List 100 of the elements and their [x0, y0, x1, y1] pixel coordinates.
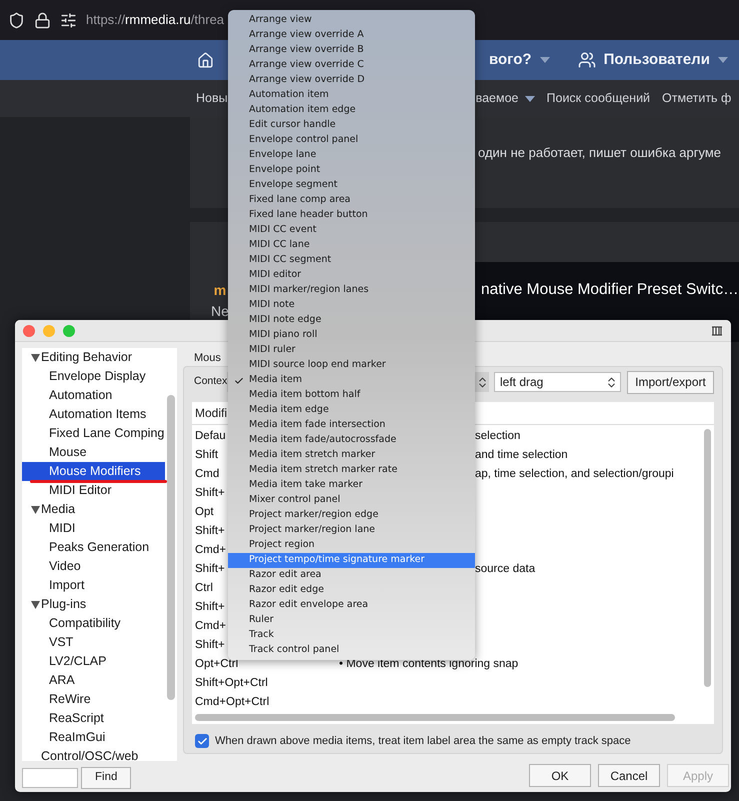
sub-nav-link[interactable]: Поиск сообщений — [546, 89, 650, 108]
tree-item[interactable]: ReWire — [22, 690, 165, 709]
modifier-cell[interactable]: Cmd+Opt+Ctrl — [192, 694, 337, 712]
tree-item[interactable]: Mouse Modifiers — [22, 462, 165, 481]
menu-item[interactable]: Automation item — [228, 88, 475, 103]
lock-icon[interactable] — [34, 12, 51, 28]
modifier-cell[interactable]: Opt+Ctrl — [192, 656, 337, 674]
tree-item[interactable]: Automation — [22, 386, 165, 405]
tree-item[interactable]: ReaImGui — [22, 728, 165, 747]
menu-item[interactable]: MIDI note edge — [228, 313, 475, 328]
menu-item[interactable]: Media item stretch marker — [228, 448, 475, 463]
menu-item[interactable]: MIDI source loop end marker — [228, 358, 475, 373]
horizontal-scrollbar-thumb[interactable] — [195, 714, 675, 721]
menu-item[interactable]: Automation item edge — [228, 103, 475, 118]
menu-item[interactable]: MIDI CC lane — [228, 238, 475, 253]
window-icon[interactable] — [711, 326, 723, 336]
menu-item[interactable]: MIDI marker/region lanes — [228, 283, 475, 298]
menu-item[interactable]: Razor edit area — [228, 568, 475, 583]
action-cell[interactable]: • Move item contents ignoring snap — [337, 656, 518, 674]
menu-item[interactable]: Razor edit edge — [228, 583, 475, 598]
menu-item[interactable]: Media item fade/autocrossfade — [228, 433, 475, 448]
menu-item[interactable]: Envelope point — [228, 163, 475, 178]
users-icon[interactable] — [578, 51, 596, 69]
menu-item[interactable]: Media item take marker — [228, 478, 475, 493]
menu-item[interactable]: Media item edge — [228, 403, 475, 418]
modifier-cell[interactable]: Shift+Opt+Ctrl — [192, 674, 337, 692]
menu-item[interactable]: Media item fade intersection — [228, 418, 475, 433]
tree-item[interactable]: LV2/CLAP — [22, 652, 165, 671]
tree-item[interactable]: MIDI Editor — [22, 481, 165, 500]
menu-item[interactable]: Track — [228, 628, 475, 643]
post-text: один не работает, пишет ошибка аргуме — [478, 145, 722, 160]
menu-item[interactable]: MIDI piano roll — [228, 328, 475, 343]
tree-item[interactable]: ARA — [22, 671, 165, 690]
caret-icon — [718, 57, 728, 63]
menu-item[interactable]: Project marker/region lane — [228, 523, 475, 538]
mouse-action-select[interactable]: left drag — [494, 372, 621, 392]
menu-item[interactable]: Mixer control panel — [228, 493, 475, 508]
menu-item[interactable]: MIDI note — [228, 298, 475, 313]
menu-item[interactable]: MIDI ruler — [228, 343, 475, 358]
sliders-icon[interactable] — [60, 12, 77, 28]
tree-item[interactable]: Video — [22, 557, 165, 576]
tree-item[interactable]: Peaks Generation — [22, 538, 165, 557]
nav-link[interactable]: Пользователи — [604, 48, 728, 72]
menu-item[interactable]: Ruler — [228, 613, 475, 628]
shield-icon[interactable] — [8, 12, 25, 28]
menu-item[interactable]: Track control panel — [228, 643, 475, 658]
menu-item[interactable]: Project tempo/time signature marker — [228, 553, 475, 568]
find-button[interactable]: Find — [81, 767, 132, 789]
menu-item[interactable]: Fixed lane header button — [228, 208, 475, 223]
sub-nav-link[interactable]: Новы — [196, 89, 228, 108]
tree-item[interactable]: Compatibility — [22, 614, 165, 633]
vertical-scrollbar-thumb[interactable] — [704, 429, 711, 687]
tree-item[interactable]: ReaScript — [22, 709, 165, 728]
dialog-button[interactable]: OK — [529, 764, 591, 787]
find-field[interactable] — [22, 768, 78, 788]
import-export-button[interactable]: Import/export — [627, 370, 714, 394]
sub-nav-link[interactable]: Отметить ф — [662, 89, 732, 108]
expanded-triangle-icon[interactable] — [31, 506, 40, 514]
expanded-triangle-icon[interactable] — [31, 354, 40, 362]
tree-item[interactable]: Plug-ins — [22, 595, 165, 614]
checkbox[interactable] — [195, 734, 209, 748]
author-title: Ne — [211, 302, 229, 321]
menu-item[interactable]: MIDI CC segment — [228, 253, 475, 268]
expanded-triangle-icon[interactable] — [31, 600, 40, 608]
tree-item[interactable]: Media — [22, 500, 165, 519]
menu-item[interactable]: Media item bottom half — [228, 388, 475, 403]
tree-item[interactable]: Import — [22, 576, 165, 595]
nav-link[interactable]: вого? — [489, 48, 550, 72]
menu-item[interactable]: Arrange view override A — [228, 28, 475, 43]
menu-item[interactable]: Envelope lane — [228, 148, 475, 163]
menu-item[interactable]: Media item stretch marker rate — [228, 463, 475, 478]
menu-item[interactable]: Project region — [228, 538, 475, 553]
home-icon[interactable] — [197, 52, 214, 68]
menu-item[interactable]: Arrange view override C — [228, 58, 475, 73]
menu-item[interactable]: Media item — [228, 373, 475, 388]
tree-item[interactable]: Mouse — [22, 443, 165, 462]
menu-item[interactable]: Project marker/region edge — [228, 508, 475, 523]
scrollbar-thumb[interactable] — [167, 395, 175, 700]
tree-item[interactable]: MIDI — [22, 519, 165, 538]
menu-item[interactable]: MIDI CC event — [228, 223, 475, 238]
tree-item[interactable]: Envelope Display — [22, 367, 165, 386]
author-name[interactable]: m — [214, 280, 226, 301]
url-text[interactable]: https://rmmedia.ru/threa — [86, 10, 224, 30]
menu-item[interactable]: MIDI editor — [228, 268, 475, 283]
menu-item[interactable]: Arrange view — [228, 13, 475, 28]
section-label: Mous — [194, 351, 221, 366]
tree-item[interactable]: Editing Behavior — [22, 348, 165, 367]
menu-item[interactable]: Envelope segment — [228, 178, 475, 193]
tree-item[interactable]: Fixed Lane Comping — [22, 424, 165, 443]
sub-nav-link[interactable]: ваемое — [476, 89, 535, 108]
tree-item[interactable]: VST — [22, 633, 165, 652]
menu-item[interactable]: Edit cursor handle — [228, 118, 475, 133]
menu-item[interactable]: Arrange view override B — [228, 43, 475, 58]
menu-item[interactable]: Arrange view override D — [228, 73, 475, 88]
menu-item[interactable]: Fixed lane comp area — [228, 193, 475, 208]
tree-item[interactable]: Control/OSC/web — [22, 747, 165, 766]
menu-item[interactable]: Razor edit envelope area — [228, 598, 475, 613]
dialog-button[interactable]: Cancel — [598, 764, 660, 787]
tree-item[interactable]: Automation Items — [22, 405, 165, 424]
menu-item[interactable]: Envelope control panel — [228, 133, 475, 148]
